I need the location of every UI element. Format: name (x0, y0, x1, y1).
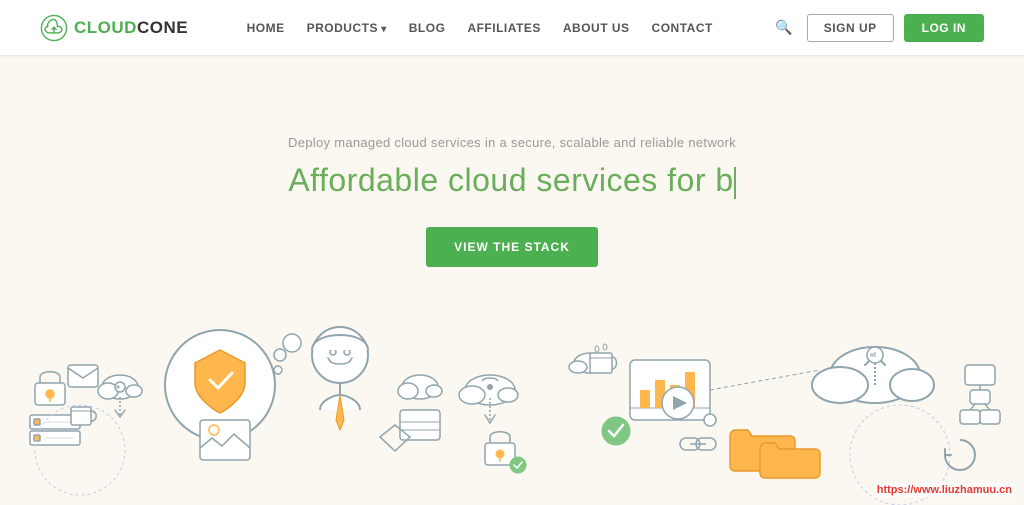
nav-item-products[interactable]: PRODUCTS (307, 19, 387, 37)
nav-item-blog[interactable]: BLOG (409, 19, 446, 37)
navbar: CLOUDCONE HOME PRODUCTS BLOG AFFILIATES … (0, 0, 1024, 55)
hero-subtitle: Deploy managed cloud services in a secur… (288, 135, 736, 150)
login-button[interactable]: LOG IN (904, 14, 984, 42)
hero-illustration (0, 265, 1024, 505)
nav-item-contact[interactable]: CONTACT (652, 19, 713, 37)
nav-item-home[interactable]: HOME (247, 19, 285, 37)
search-icon[interactable]: 🔍 (771, 15, 796, 40)
nav-actions: 🔍 SIGN UP LOG IN (771, 14, 984, 42)
hero-title: Affordable cloud services for b (288, 162, 735, 199)
hero-section: Deploy managed cloud services in a secur… (0, 55, 1024, 505)
view-stack-button[interactable]: VIEW THE STACK (426, 227, 598, 267)
signup-button[interactable]: SIGN UP (807, 14, 894, 42)
nav-item-affiliates[interactable]: AFFILIATES (467, 19, 540, 37)
logo[interactable]: CLOUDCONE (40, 14, 188, 42)
nav-item-about[interactable]: ABOUT US (563, 19, 630, 37)
nav-links: HOME PRODUCTS BLOG AFFILIATES ABOUT US C… (247, 19, 713, 37)
logo-icon (40, 14, 68, 42)
watermark: https://www.liuzhamuu.cn (873, 483, 1016, 497)
logo-text: CLOUDCONE (74, 18, 188, 38)
